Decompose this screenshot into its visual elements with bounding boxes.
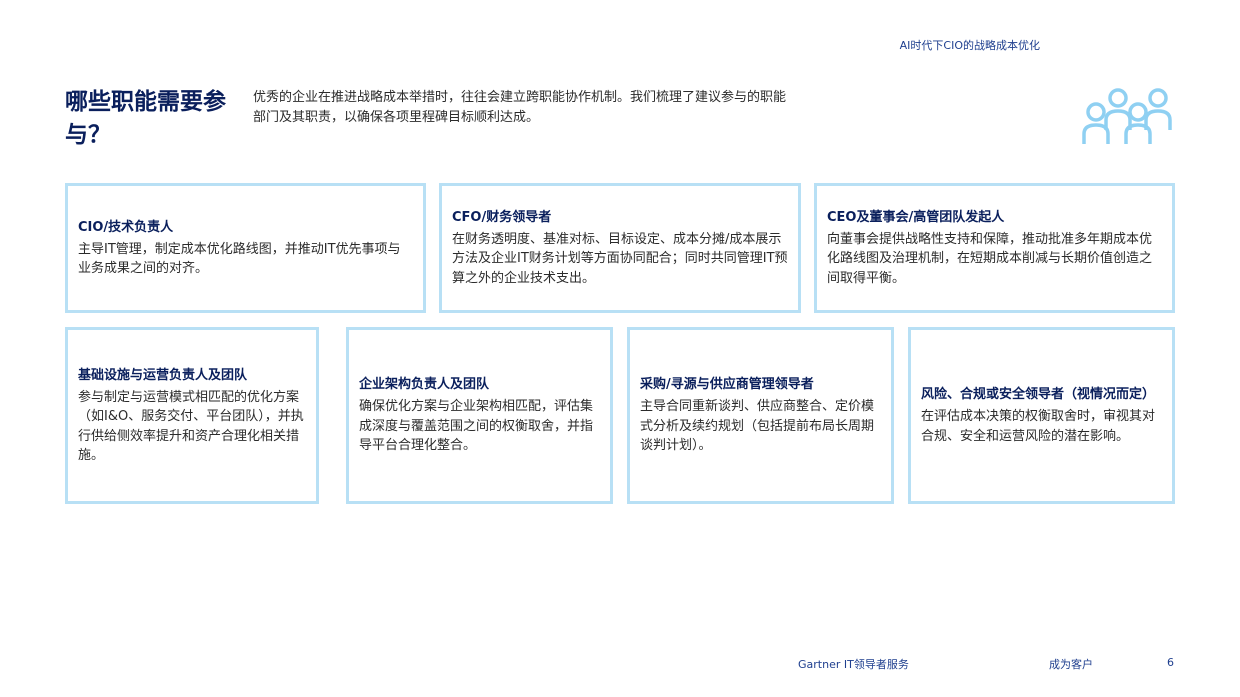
card-body: 主导合同重新谈判、供应商整合、定价模式分析及续约规划（包括提前布局长周期谈判计划… [640,399,875,454]
page-number: 6 [1167,656,1174,669]
role-card-procurement: 采购/寻源与供应商管理领导者 主导合同重新谈判、供应商整合、定价模式分析及续约规… [627,327,894,504]
card-title: CIO/技术负责人 [78,219,174,235]
card-title: CFO/财务领导者 [452,209,552,225]
document-title: AI时代下CIO的战略成本优化 [899,39,1040,52]
role-card-cio: CIO/技术负责人 主导IT管理，制定成本优化路线图，并推动IT优先事项与业务成… [65,183,426,313]
card-title: 基础设施与运营负责人及团队 [78,367,248,383]
card-title: CEO及董事会/高管团队发起人 [827,209,1005,225]
card-title: 采购/寻源与供应商管理领导者 [640,377,814,393]
intro-paragraph: 优秀的企业在推进战略成本举措时，往往会建立跨职能协作机制。我们梳理了建议参与的职… [253,90,787,125]
card-body: 确保优化方案与企业架构相匹配，评估集成深度与覆盖范围之间的权衡取舍，并指导平台合… [359,399,594,454]
card-body: 向董事会提供战略性支持和保障，推动批准多年期成本优化路线图及治理机制，在短期成本… [827,231,1153,286]
card-body: 在财务透明度、基准对标、目标设定、成本分摊/成本展示方法及企业IT财务计划等方面… [452,231,788,286]
role-card-ceo-board: CEO及董事会/高管团队发起人 向董事会提供战略性支持和保障，推动批准多年期成本… [814,183,1175,313]
role-card-enterprise-architecture: 企业架构负责人及团队 确保优化方案与企业架构相匹配，评估集成深度与覆盖范围之间的… [346,327,613,504]
card-body: 主导IT管理，制定成本优化路线图，并推动IT优先事项与业务成果之间的对齐。 [78,241,401,277]
footer-brand: Gartner IT领导者服务 [798,658,909,671]
card-body: 在评估成本决策的权衡取舍时，审视其对合规、安全和运营风险的潜在影响。 [921,409,1156,444]
card-body: 参与制定与运营模式相匹配的优化方案（如I&O、服务交付、平台团队），并执行供给侧… [78,389,304,464]
role-card-cfo: CFO/财务领导者 在财务透明度、基准对标、目标设定、成本分摊/成本展示方法及企… [439,183,801,313]
role-card-infrastructure: 基础设施与运营负责人及团队 参与制定与运营模式相匹配的优化方案（如I&O、服务交… [65,327,319,504]
people-group-icon [1082,88,1172,144]
card-title: 风险、合规或安全领导者（视情况而定） [921,387,1156,402]
card-title: 企业架构负责人及团队 [359,377,490,393]
page-title: 哪些职能需要参与？ [65,89,226,148]
become-client-link[interactable]: 成为客户 [1049,656,1093,672]
role-card-risk-compliance: 风险、合规或安全领导者（视情况而定） 在评估成本决策的权衡取舍时，审视其对合规、… [908,327,1175,504]
